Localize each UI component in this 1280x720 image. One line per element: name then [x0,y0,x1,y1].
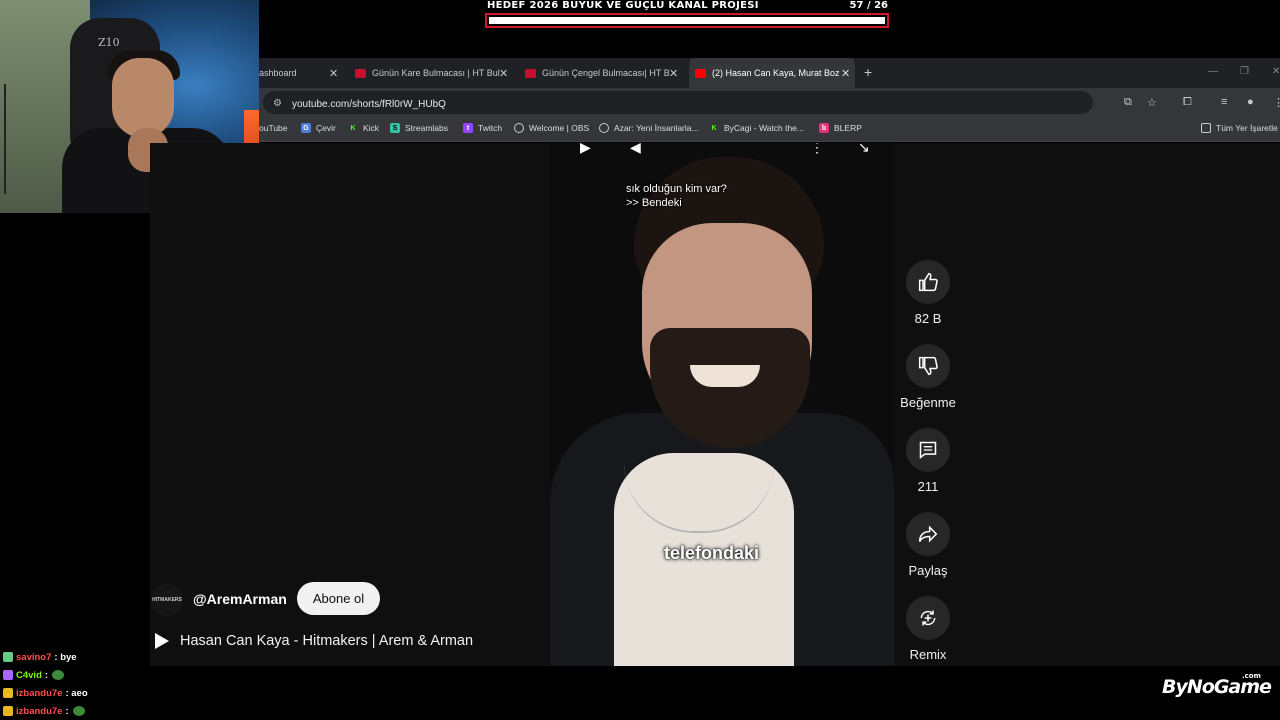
tab-label: ashboard [259,68,297,78]
comment-icon [919,441,937,460]
address-toolbar: ⚙ youtube.com/shorts/fRl0rW_HUbQ ⧉ ☆ ⧠ ≡… [259,88,1280,117]
twitch-icon: t [463,123,473,133]
bookmarks-bar: ouTube G Çevir K Kick S Streamlabs t Twitch … [259,117,1280,142]
dislike-label: Beğenme [900,395,956,410]
kick-icon: K [350,124,356,132]
all-bookmarks-folder[interactable]: Tüm Yer İşaretle [1201,123,1278,133]
restore-icon[interactable]: ❐ [1240,66,1249,77]
comment-count: 211 [917,479,939,494]
comments-button[interactable]: 211 [900,428,956,494]
tab-kare-bulmacasi[interactable]: Günün Kare Bulmacası | HT Bul ✕ [355,58,515,88]
minimize-icon[interactable]: — [1208,66,1218,77]
chat-message: savino7 : bye [0,648,150,666]
badge-icon [3,652,13,662]
chat-message: C4vid : [0,666,150,684]
bookmark-obs[interactable]: Welcome | OBS [514,123,589,133]
stream-chat: savino7 : bye C4vid : izbandu7e : aeo iz… [0,648,150,720]
video-caption: telefondaki [664,543,760,563]
tab-label: Günün Kare Bulmacası | HT Bul [372,68,500,78]
channel-avatar[interactable]: HITMAKERS [151,584,183,616]
bookmark-blerp[interactable]: b BLERP [819,123,862,133]
goal-count: 57 / 26 [849,0,888,11]
fullscreen-icon[interactable]: ↘ [858,143,870,156]
streamer-face [112,58,174,138]
browser-tab-bar: ashboard ✕ Günün Kare Bulmacası | HT Bul… [259,58,1280,88]
media-control-icon[interactable]: ≡ [1221,96,1227,108]
close-icon[interactable]: ✕ [669,67,678,80]
bookmark-azar[interactable]: Azar: Yeni İnsanlarla... [599,123,699,133]
chat-message: izbandu7e : [0,702,150,720]
play-icon [155,633,169,649]
profile-avatar-icon[interactable]: ● [1247,96,1254,108]
bookmark-youtube[interactable]: ouTube [259,123,288,133]
bookmark-bycagi[interactable]: K ByCagi - Watch the... [709,123,804,133]
tab-youtube-active[interactable]: (2) Hasan Can Kaya, Murat Boz ✕ [689,58,855,88]
thumbs-up-icon [918,272,938,292]
volume-icon[interactable]: ◀ [630,143,641,156]
install-app-icon[interactable]: ⧉ [1124,96,1132,109]
remix-button[interactable]: Remix [900,596,956,662]
dislike-button[interactable]: Beğenme [900,344,956,410]
badge-icon [3,688,13,698]
share-label: Paylaş [908,563,948,578]
site-info-icon[interactable]: ⚙ [273,98,282,109]
blerp-icon: b [819,123,829,133]
extensions-icon[interactable]: ⧠ [1183,96,1192,109]
bookmark-cevir[interactable]: G Çevir [301,123,336,133]
menu-icon[interactable]: ⋮ [1273,96,1280,109]
youtube-favicon-icon [695,68,706,78]
tab-cengel-bulmacasi[interactable]: Günün Çengel Bulmacası| HT B ✕ [525,58,685,88]
close-icon[interactable]: ✕ [329,67,338,80]
new-tab-button[interactable]: + [864,64,872,80]
video-quote: sık olduğun kim var? >> Bendeki [626,183,727,209]
bookmark-streamlabs[interactable]: S Streamlabs [390,123,448,133]
short-video-player[interactable]: ▶ ◀ ⋮ ↘ sık olduğun kim var? >> Bendeki … [550,143,894,666]
remix-icon [920,610,936,626]
goal-overlay: HEDEF 2026 BÜYÜK VE GÜÇLÜ KANAL PROJESİ … [484,0,890,30]
share-button[interactable]: Paylaş [900,512,956,578]
badge-icon [3,706,13,716]
goal-progress-bar [485,13,889,28]
close-icon[interactable]: ✕ [499,67,508,80]
bookmark-kick[interactable]: K Kick [348,123,379,133]
more-options-icon[interactable]: ⋮ [810,143,824,156]
tab-label: (2) Hasan Can Kaya, Murat Boz [712,68,840,78]
obs-icon [514,123,524,133]
streamlabs-icon: S [390,123,400,133]
video-title: Hasan Can Kaya - Hitmakers | Arem & Arma… [180,633,474,649]
chair-logo: Z10 [98,36,120,49]
pepe-emote-icon [72,706,85,716]
remix-label: Remix [909,647,947,662]
share-icon [918,525,938,543]
goal-title: HEDEF 2026 BÜYÜK VE GÜÇLÜ KANAL PROJESİ [487,0,759,11]
goal-progress-fill [489,17,885,24]
chat-message: izbandu7e : aeo [0,684,150,702]
like-count: 82 B [914,311,942,326]
url-text[interactable]: youtube.com/shorts/fRl0rW_HUbQ [292,99,446,110]
play-icon[interactable]: ▶ [580,143,591,156]
translate-icon: G [301,123,311,133]
like-button[interactable]: 82 B [900,260,956,326]
tab-dashboard[interactable]: ashboard ✕ [259,58,349,88]
ht-favicon-icon [355,68,366,78]
close-icon[interactable]: ✕ [841,67,850,80]
tab-label: Günün Çengel Bulmacası| HT B [542,68,670,78]
kick-icon: K [711,124,717,132]
badge-icon [3,670,13,680]
azar-icon [599,123,609,133]
bookmark-twitch[interactable]: t Twitch [463,123,502,133]
video-title-link[interactable]: Hasan Can Kaya - Hitmakers | Arem & Arma… [155,633,473,649]
pepe-emote-icon [52,670,65,680]
thumbs-down-icon [918,356,938,376]
omnibox[interactable]: ⚙ youtube.com/shorts/fRl0rW_HUbQ [263,91,1093,114]
subscribe-button[interactable]: Abone ol [297,582,380,615]
ht-favicon-icon [525,68,536,78]
bookmark-star-icon[interactable]: ☆ [1147,96,1157,109]
close-window-icon[interactable]: ✕ [1272,66,1280,77]
channel-handle[interactable]: @AremArman [193,591,287,607]
folder-icon [1201,123,1211,133]
bynogame-logo: ByNoGame .com [1162,672,1272,698]
